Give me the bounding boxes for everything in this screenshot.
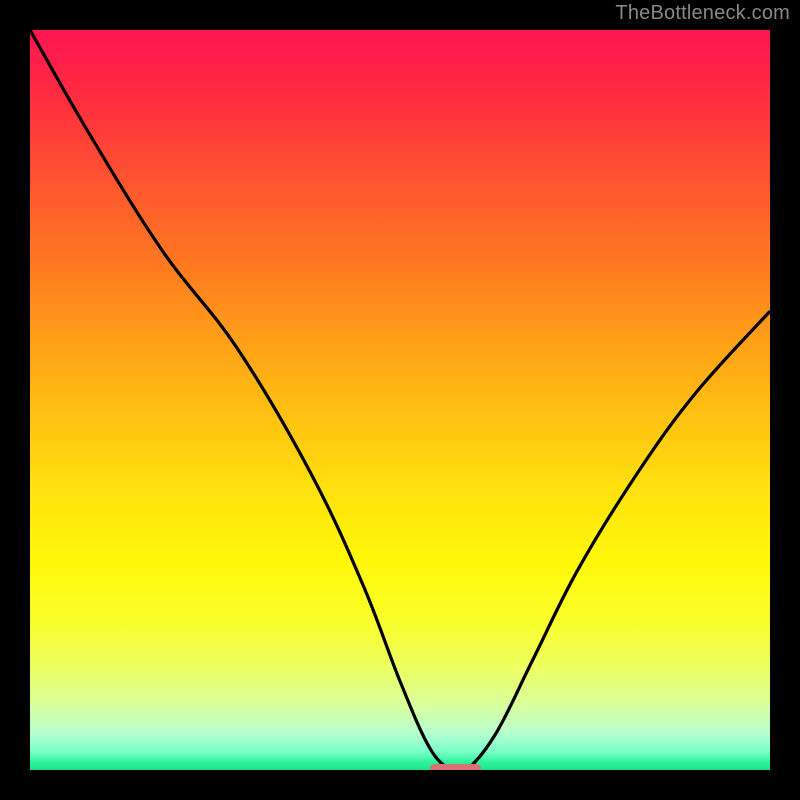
bottleneck-curve <box>30 30 770 770</box>
chart-frame: TheBottleneck.com <box>0 0 800 800</box>
minimum-marker <box>430 764 482 770</box>
watermark-text: TheBottleneck.com <box>615 2 790 25</box>
curve-path <box>30 30 770 770</box>
plot-area <box>30 30 770 770</box>
